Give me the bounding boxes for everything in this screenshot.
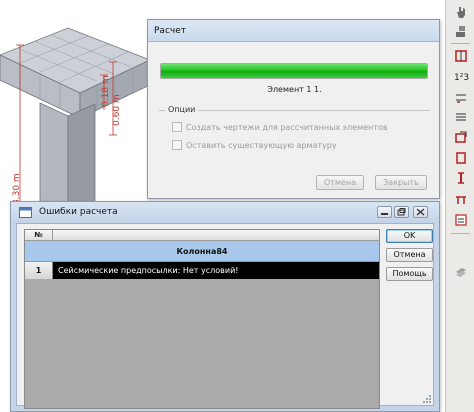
close-button[interactable]: Закрыть xyxy=(375,175,427,190)
progress-fill xyxy=(161,64,427,78)
table-row[interactable]: 1 Сейсмические предпосылки: Нет условий! xyxy=(25,262,379,279)
dimension-icon[interactable] xyxy=(451,89,470,107)
right-toolbar: 1²3 xyxy=(445,0,474,412)
column-rebar-icon[interactable] xyxy=(451,169,470,187)
help-button[interactable]: Помощь xyxy=(386,267,433,281)
error-message: Сейсмические предпосылки: Нет условий! xyxy=(58,266,239,275)
ok-button[interactable]: OK xyxy=(386,229,433,243)
elevation-icon[interactable] xyxy=(451,108,470,126)
svg-text:1²3: 1²3 xyxy=(454,73,469,83)
create-drawings-option[interactable]: Создать чертежи для рассчитанных элемент… xyxy=(172,121,388,133)
options-group: Опции Создать чертежи для рассчитанных э… xyxy=(159,105,430,158)
pointer-hand-icon[interactable] xyxy=(451,3,470,21)
progress-status-text: Элемент 1 1. xyxy=(267,85,322,94)
errors-client-area: № Колонна84 1 Сейсмические предпосылки: … xyxy=(16,223,434,409)
drawing-icon[interactable] xyxy=(451,211,470,229)
section-view-icon[interactable] xyxy=(451,128,470,146)
options-legend: Опции xyxy=(165,105,199,114)
layers-icon[interactable] xyxy=(451,262,470,280)
stirrup-icon[interactable] xyxy=(451,149,470,167)
close-icon xyxy=(416,208,425,216)
resize-grip-icon[interactable] xyxy=(422,394,432,404)
errors-grid[interactable]: № Колонна84 1 Сейсмические предпосылки: … xyxy=(24,229,380,409)
calculation-errors-window: Ошибки расчета № Колонна84 1 Сейсмически… xyxy=(10,201,440,412)
keep-rebar-label: Оставить существующую арматуру xyxy=(186,140,337,150)
create-drawings-label: Создать чертежи для рассчитанных элемент… xyxy=(186,122,388,132)
top-dimension-label: 0.18 m xyxy=(101,75,111,107)
errors-cancel-button[interactable]: Отмена xyxy=(386,248,433,262)
beam-rebar-icon[interactable] xyxy=(451,190,470,208)
close-window-button[interactable] xyxy=(413,206,428,218)
keep-rebar-checkbox[interactable] xyxy=(172,140,182,150)
robot-arm-icon[interactable] xyxy=(451,22,470,40)
restore-icon xyxy=(397,208,406,216)
grid-header: № xyxy=(25,230,379,241)
calculation-progress-dialog: Расчет Элемент 1 1. Опции Создать чертеж… xyxy=(147,19,440,199)
window-app-icon xyxy=(19,207,32,218)
errors-window-title[interactable]: Ошибки расчета xyxy=(11,202,439,223)
rebar-frame-icon[interactable] xyxy=(451,47,470,65)
minimize-icon xyxy=(381,213,388,215)
restore-button[interactable] xyxy=(394,206,409,218)
keep-rebar-option[interactable]: Оставить существующую арматуру xyxy=(172,139,337,151)
cancel-button[interactable]: Отмена xyxy=(316,175,364,190)
progress-bar xyxy=(160,63,428,79)
row-number: 1 xyxy=(25,262,53,279)
create-drawings-checkbox[interactable] xyxy=(172,122,182,132)
minimize-button[interactable] xyxy=(377,206,392,218)
width-dimension-label: 0.60 m xyxy=(112,94,122,126)
numbering-icon[interactable]: 1²3 xyxy=(451,67,470,85)
column-header-number[interactable]: № xyxy=(25,230,53,241)
dialog-title[interactable]: Расчет xyxy=(148,20,439,42)
group-row[interactable]: Колонна84 xyxy=(25,241,379,262)
